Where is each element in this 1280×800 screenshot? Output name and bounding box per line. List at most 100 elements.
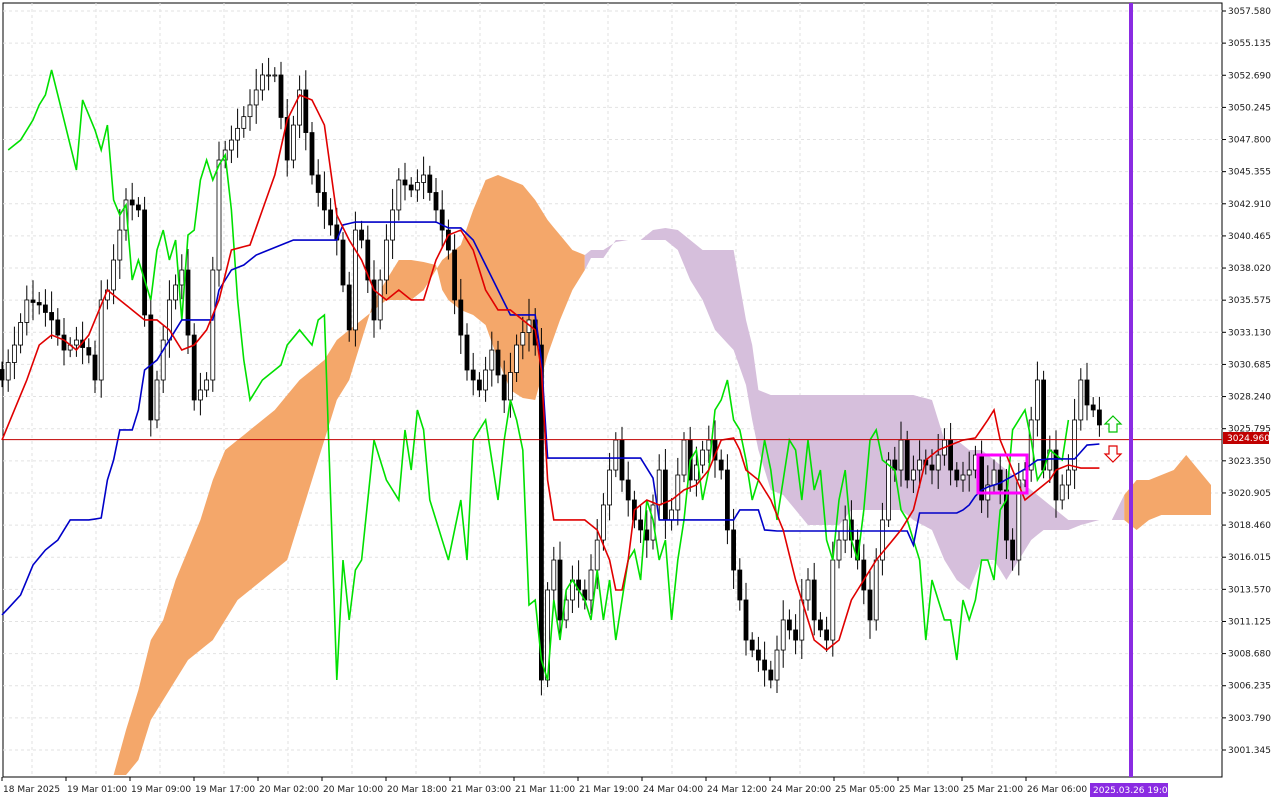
candle-body — [259, 74, 265, 91]
candle-body — [241, 116, 247, 129]
candle-body — [725, 469, 730, 531]
price-axis: 3057.580 3055.135 3052.690 3050.245 3047.800… — [1222, 7, 1271, 756]
candle-body — [352, 229, 358, 331]
candle-body — [774, 649, 780, 681]
candle-body — [966, 469, 972, 476]
x-tick-label: 24 Mar 20:00 — [771, 785, 831, 795]
y-tick-label: 3016.015 — [1228, 553, 1271, 563]
candle-body — [210, 269, 216, 381]
y-tick-label: 3045.355 — [1228, 168, 1271, 178]
candle-body — [98, 299, 104, 381]
candle-body — [154, 379, 160, 421]
candle-body — [30, 299, 36, 303]
candle-body — [483, 369, 489, 391]
candle-body — [470, 369, 476, 381]
candle-body — [142, 209, 148, 316]
candle-body — [321, 192, 327, 211]
x-tick-label: 20 Mar 18:00 — [387, 785, 447, 795]
candle-body — [861, 559, 867, 591]
y-tick-label: 3023.350 — [1228, 457, 1271, 467]
x-tick-label: 19 Mar 01:00 — [67, 785, 127, 795]
candle-body — [61, 334, 67, 351]
x-tick-label: 25 Mar 21:00 — [963, 785, 1023, 795]
y-tick-label: 3040.465 — [1228, 232, 1271, 242]
candle-body — [204, 379, 210, 391]
candle-body — [811, 579, 817, 621]
candle-body — [749, 639, 755, 651]
x-tick-label: 18 Mar 2025 — [3, 785, 60, 795]
x-tick-label: 20 Mar 10:00 — [323, 785, 383, 795]
y-tick-label: 3057.580 — [1228, 7, 1271, 17]
candle-body — [836, 539, 842, 561]
candle-body — [1090, 404, 1096, 411]
candle-body — [718, 459, 724, 471]
candle-body — [414, 182, 420, 191]
candle-body — [935, 454, 941, 471]
candle-body — [148, 314, 154, 421]
candle-body — [427, 174, 433, 193]
candle-body — [675, 474, 681, 511]
candle-body — [1010, 539, 1015, 561]
candle-body — [377, 279, 383, 321]
candle-body — [644, 529, 650, 541]
candle-body — [346, 284, 352, 331]
candle-body — [954, 469, 960, 481]
candle-body — [18, 322, 24, 346]
candle-body — [43, 304, 48, 313]
y-tick-label: 3042.910 — [1228, 200, 1271, 210]
candle-body — [495, 349, 501, 376]
current-price-label: 3024.960 — [1223, 432, 1270, 444]
candle-body — [266, 74, 272, 77]
candle-body — [1041, 379, 1046, 471]
candle-body — [737, 569, 743, 601]
candle-body — [290, 124, 296, 161]
candle-body — [700, 449, 705, 466]
candle-body — [787, 619, 792, 631]
y-tick-label: 3013.570 — [1228, 585, 1271, 595]
candle-body — [228, 139, 234, 151]
candle-body — [476, 379, 482, 391]
candle-body — [625, 479, 631, 501]
y-tick-label: 3020.905 — [1228, 489, 1271, 499]
candle-body — [514, 344, 519, 373]
candle-body — [824, 629, 829, 641]
candle-body — [588, 569, 594, 601]
candle-body — [898, 439, 904, 471]
candle-body — [272, 74, 278, 77]
x-tick-label: 21 Mar 03:00 — [451, 785, 511, 795]
candle-body — [179, 269, 185, 286]
vline-time-label: 2025.03.26 19:00 — [1090, 783, 1174, 797]
y-tick-label: 3028.240 — [1228, 393, 1271, 403]
candle-body — [216, 159, 222, 271]
candle-body — [197, 389, 203, 401]
candle-body — [805, 579, 811, 601]
candle-body — [818, 619, 823, 631]
x-tick-label: 24 Mar 04:00 — [643, 785, 703, 795]
y-tick-label: 3047.800 — [1228, 136, 1271, 146]
candle-body — [911, 469, 916, 481]
candle-body — [669, 509, 674, 521]
candle-body — [160, 339, 166, 381]
candle-body — [253, 89, 259, 106]
candle-body — [185, 269, 191, 336]
ichimoku-chart[interactable]: 3057.580 3055.135 3052.690 3050.245 3047.800… — [0, 0, 1280, 800]
candle-body — [402, 179, 408, 186]
candle-body — [731, 529, 736, 571]
candle-body — [867, 589, 873, 621]
candle-body — [24, 299, 30, 323]
y-tick-label: 3055.135 — [1228, 39, 1271, 49]
y-tick-label: 3038.020 — [1228, 264, 1271, 274]
candle-body — [904, 439, 910, 481]
x-tick-label: 19 Mar 17:00 — [195, 785, 255, 795]
candle-body — [359, 229, 365, 241]
y-tick-label: 3006.235 — [1228, 682, 1271, 692]
candle-body — [551, 559, 557, 591]
candle-body — [166, 299, 172, 341]
candle-body — [86, 347, 92, 356]
y-tick-label: 3035.575 — [1228, 296, 1271, 306]
candle-body — [663, 469, 668, 521]
x-tick-label: 25 Mar 13:00 — [899, 785, 959, 795]
x-tick-label: 25 Mar 05:00 — [835, 785, 895, 795]
x-tick-label: 21 Mar 19:00 — [579, 785, 639, 795]
candle-body — [92, 354, 98, 381]
